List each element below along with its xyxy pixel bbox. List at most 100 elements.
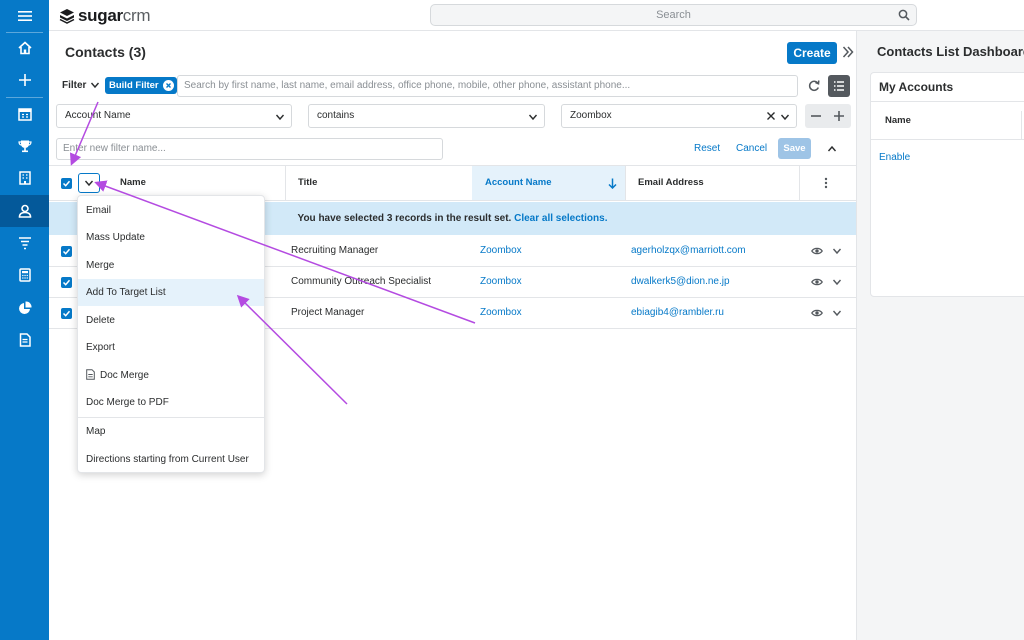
select-all-checkbox[interactable] bbox=[61, 178, 72, 189]
check-icon bbox=[62, 279, 71, 286]
create-button[interactable]: Create bbox=[787, 42, 837, 64]
funnel-icon[interactable] bbox=[0, 227, 49, 259]
home-icon[interactable] bbox=[0, 32, 49, 64]
column-divider bbox=[625, 166, 626, 200]
calculator-icon[interactable] bbox=[0, 259, 49, 291]
trophy-icon[interactable] bbox=[0, 130, 49, 162]
filter-name-input[interactable]: Enter new filter name... bbox=[56, 138, 443, 160]
selection-banner-text: You have selected 3 records in the resul… bbox=[297, 213, 512, 224]
build-filter-pill[interactable]: Build Filter bbox=[105, 77, 177, 94]
column-header-account-label: Account Name bbox=[485, 177, 552, 188]
check-icon bbox=[62, 248, 71, 255]
document-icon bbox=[86, 369, 95, 380]
row-email-link[interactable]: ebiagib4@rambler.ru bbox=[631, 298, 724, 328]
mass-actions-button[interactable] bbox=[78, 173, 100, 193]
row-actions-chevron-icon[interactable] bbox=[832, 277, 842, 287]
clear-icon[interactable] bbox=[766, 111, 776, 121]
global-search-input[interactable]: Search bbox=[430, 4, 917, 26]
chevron-down-icon bbox=[780, 114, 790, 121]
chevron-down-icon bbox=[275, 114, 285, 121]
filter-name-row: Enter new filter name... Reset Cancel Sa… bbox=[49, 137, 856, 161]
filter-value: Zoombox bbox=[570, 110, 612, 121]
row-title: Project Manager bbox=[291, 307, 365, 318]
preview-eye-icon[interactable] bbox=[811, 245, 823, 257]
plus-icon[interactable] bbox=[0, 64, 49, 96]
row-account-link[interactable]: Zoombox bbox=[480, 267, 522, 297]
sort-descending-icon[interactable] bbox=[608, 178, 617, 189]
row-checkbox[interactable] bbox=[61, 277, 72, 288]
filter-definition-row: Account Name contains Zoombox bbox=[49, 104, 856, 132]
filter-name-placeholder: Enter new filter name... bbox=[63, 143, 166, 154]
menu-item-add-to-target-list[interactable]: Add To Target List bbox=[78, 279, 264, 306]
check-icon bbox=[62, 180, 71, 187]
column-header-account-name[interactable]: Account Name bbox=[472, 166, 625, 200]
menu-item-merge[interactable]: Merge bbox=[78, 252, 264, 279]
column-header-title[interactable]: Title bbox=[298, 166, 468, 200]
dashlet-divider bbox=[871, 101, 1024, 102]
row-email-link[interactable]: dwalkerk5@dion.ne.jp bbox=[631, 267, 730, 297]
dashlet-divider bbox=[871, 139, 1024, 140]
chevron-down-icon bbox=[84, 180, 94, 187]
row-checkbox[interactable] bbox=[61, 308, 72, 319]
filter-bar: Filter Build Filter Search by first name… bbox=[49, 74, 856, 98]
menu-item-delete[interactable]: Delete bbox=[78, 307, 264, 334]
left-nav bbox=[0, 0, 49, 640]
chevron-down-icon[interactable] bbox=[90, 80, 100, 90]
row-account-link[interactable]: Zoombox bbox=[480, 236, 522, 266]
mass-actions-menu: Email Mass Update Merge Add To Target Li… bbox=[77, 195, 265, 473]
filter-search-input[interactable]: Search by first name, last name, email a… bbox=[177, 75, 798, 97]
filter-label[interactable]: Filter bbox=[62, 80, 86, 91]
menu-item-export[interactable]: Export bbox=[78, 334, 264, 361]
row-title: Community Outreach Specialist bbox=[291, 276, 432, 287]
dashlet-column-name[interactable]: Name bbox=[885, 115, 911, 126]
enable-link[interactable]: Enable bbox=[879, 152, 910, 163]
row-email-link[interactable]: agerholzqx@marriott.com bbox=[631, 236, 746, 266]
filter-value-select[interactable]: Zoombox bbox=[561, 104, 797, 128]
column-header-email[interactable]: Email Address bbox=[638, 166, 798, 200]
search-icon[interactable] bbox=[898, 9, 910, 21]
filter-field-select[interactable]: Account Name bbox=[56, 104, 292, 128]
list-icon bbox=[834, 81, 844, 91]
preview-eye-icon[interactable] bbox=[811, 307, 823, 319]
search-placeholder: Search bbox=[656, 9, 691, 21]
building-icon[interactable] bbox=[0, 162, 49, 194]
filter-operator-select[interactable]: contains bbox=[308, 104, 545, 128]
menu-item-mass-update[interactable]: Mass Update bbox=[78, 224, 264, 251]
chevron-up-icon[interactable] bbox=[827, 144, 837, 154]
my-accounts-dashlet: My Accounts Name Enable bbox=[870, 72, 1024, 297]
filter-search-placeholder: Search by first name, last name, email a… bbox=[184, 80, 631, 91]
row-actions-chevron-icon[interactable] bbox=[832, 246, 842, 256]
row-account-link[interactable]: Zoombox bbox=[480, 298, 522, 328]
preview-eye-icon[interactable] bbox=[811, 276, 823, 288]
menu-icon[interactable] bbox=[0, 0, 49, 32]
list-view-button[interactable] bbox=[828, 75, 850, 97]
menu-item-directions[interactable]: Directions starting from Current User bbox=[78, 446, 264, 473]
filter-field-value: Account Name bbox=[65, 110, 131, 121]
chevron-down-icon bbox=[528, 114, 538, 121]
contacts-icon[interactable] bbox=[0, 195, 49, 227]
calendar-icon[interactable] bbox=[0, 98, 49, 130]
plus-icon[interactable] bbox=[834, 111, 844, 121]
minus-icon[interactable] bbox=[811, 111, 821, 121]
document-icon[interactable] bbox=[0, 324, 49, 356]
sugarcrm-logo[interactable]: sugarcrm bbox=[59, 6, 151, 26]
refresh-icon[interactable] bbox=[805, 77, 823, 95]
reset-button[interactable]: Reset bbox=[694, 143, 720, 154]
row-checkbox[interactable] bbox=[61, 246, 72, 257]
menu-item-email[interactable]: Email bbox=[78, 197, 264, 224]
close-icon[interactable] bbox=[162, 80, 174, 91]
dashlet-title: My Accounts bbox=[879, 80, 954, 94]
save-button[interactable]: Save bbox=[778, 138, 811, 159]
menu-item-doc-merge[interactable]: Doc Merge bbox=[78, 362, 264, 389]
double-chevron-right-icon[interactable] bbox=[842, 45, 854, 59]
row-actions-chevron-icon[interactable] bbox=[832, 308, 842, 318]
clear-selections-link[interactable]: Clear all selections. bbox=[514, 213, 607, 224]
menu-item-doc-merge-label: Doc Merge bbox=[100, 370, 149, 381]
cancel-button[interactable]: Cancel bbox=[736, 143, 767, 154]
pie-chart-icon[interactable] bbox=[0, 292, 49, 324]
dashboard-title: Contacts List Dashboard bbox=[877, 44, 1024, 59]
more-options-icon[interactable] bbox=[824, 177, 828, 189]
column-divider bbox=[285, 166, 286, 200]
menu-item-map[interactable]: Map bbox=[78, 418, 264, 445]
menu-item-doc-merge-pdf[interactable]: Doc Merge to PDF bbox=[78, 389, 264, 416]
